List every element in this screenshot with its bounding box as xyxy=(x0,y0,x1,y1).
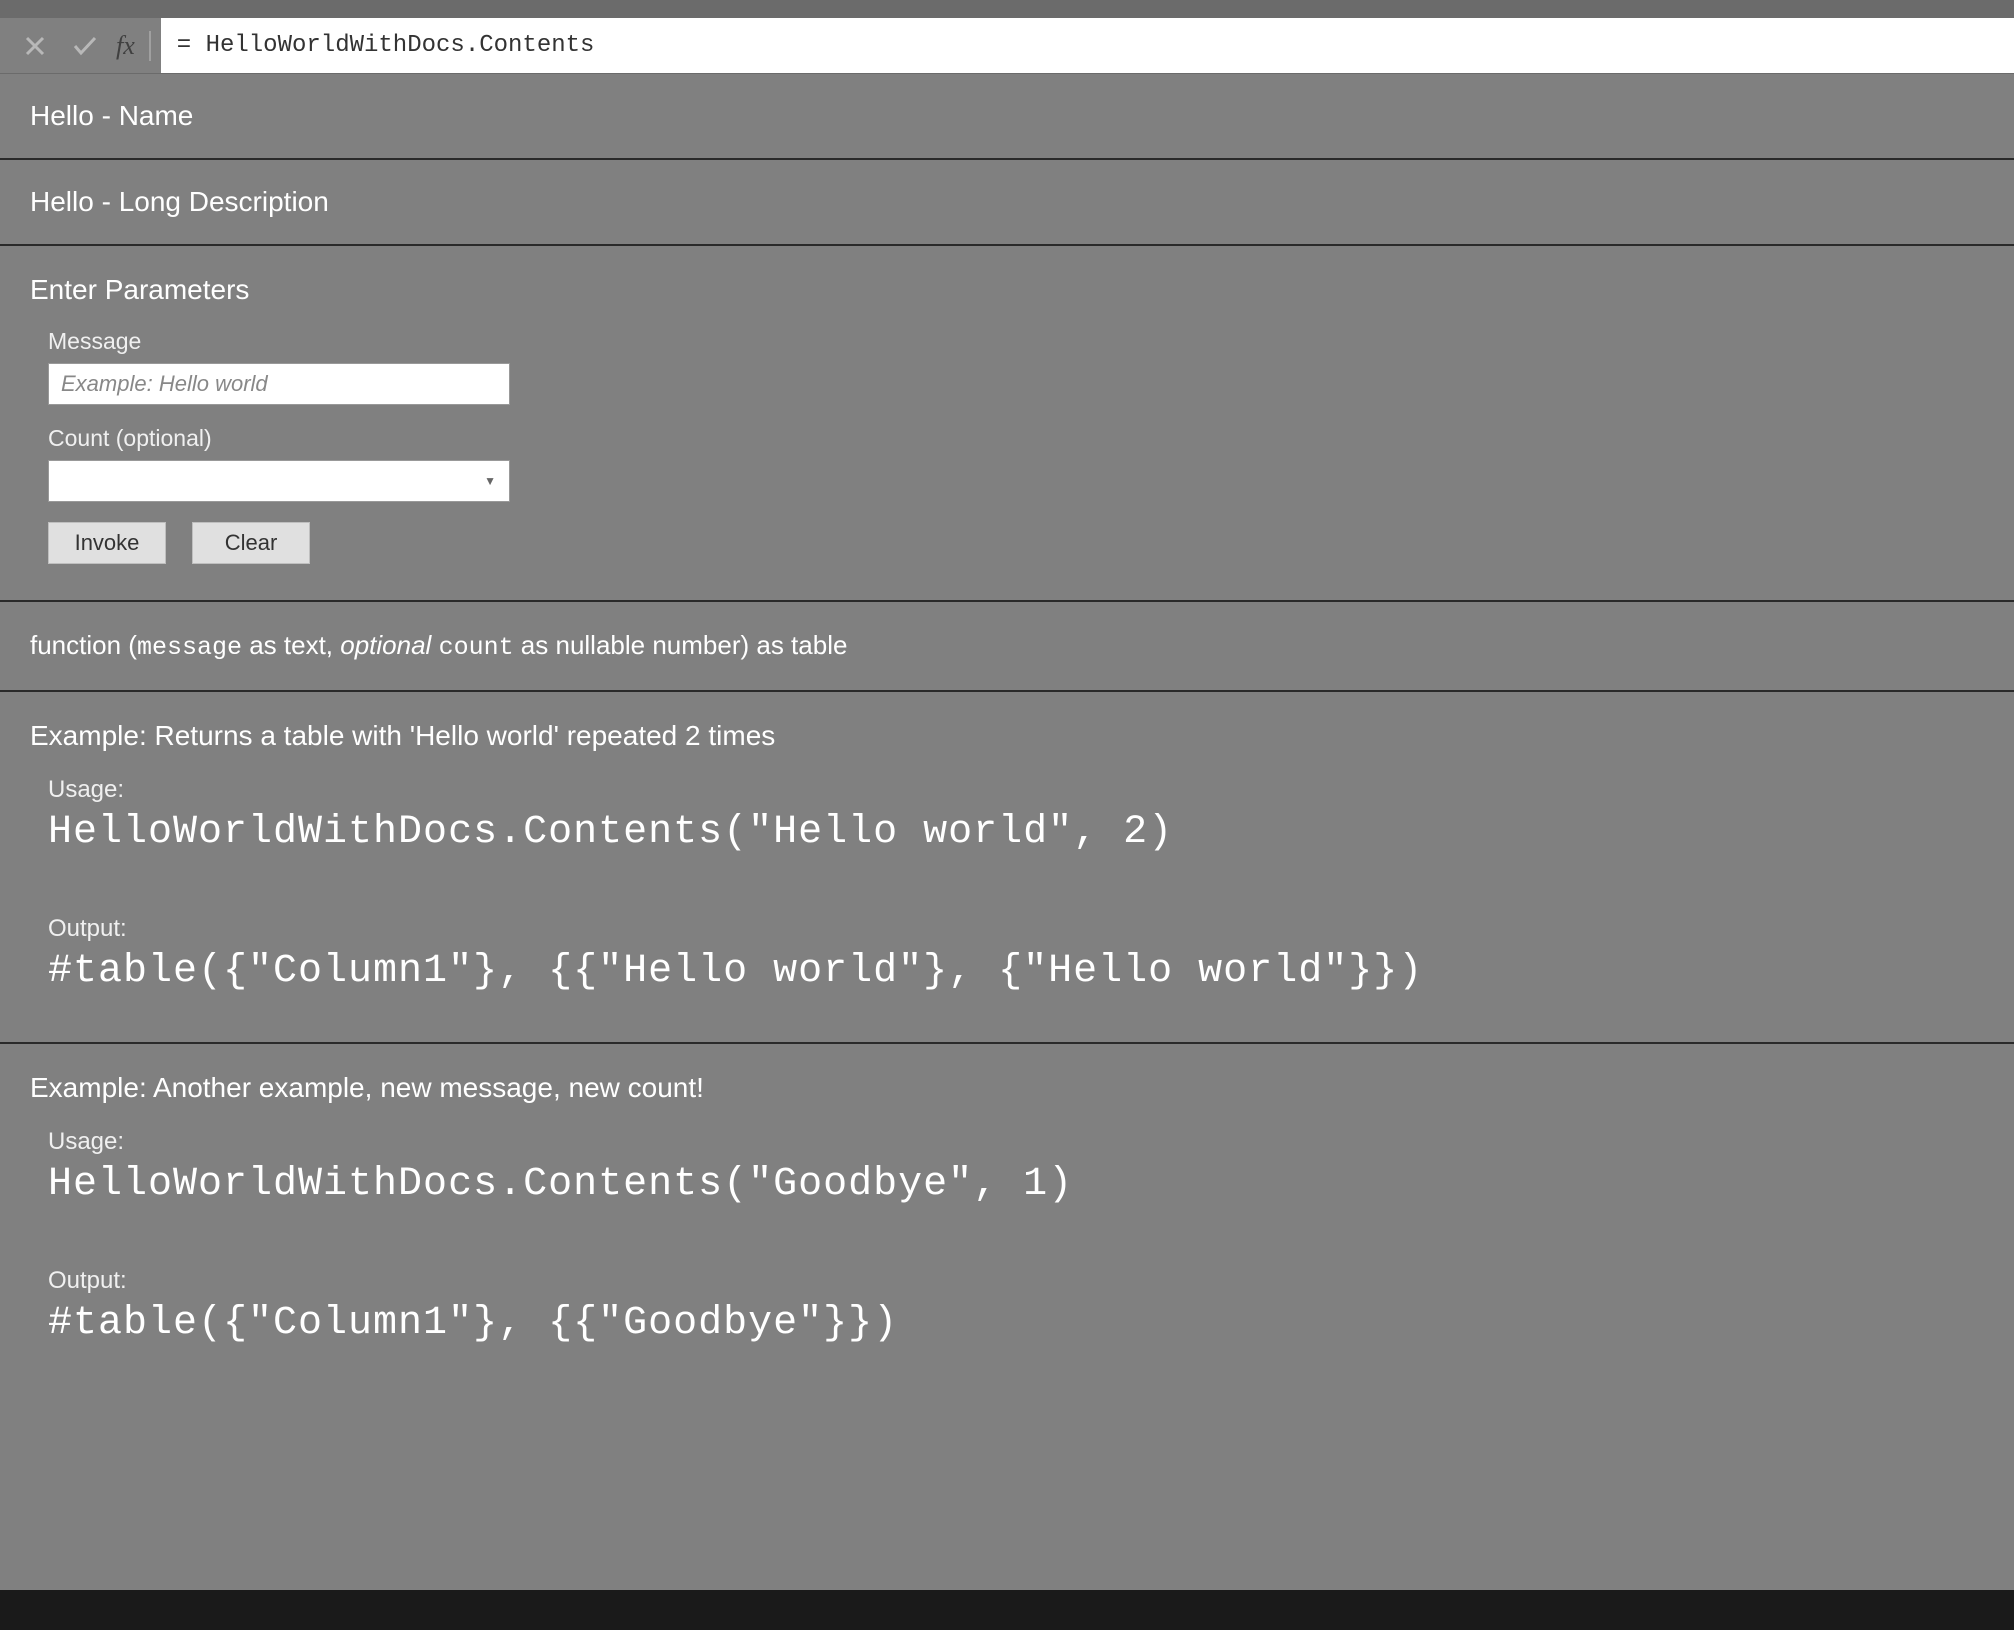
parameters-section: Enter Parameters Message Count (optional… xyxy=(0,246,2014,602)
count-field: Count (optional) ▼ xyxy=(48,425,1984,502)
example-2-output-label: Output: xyxy=(48,1267,1984,1295)
status-bar xyxy=(0,1590,2014,1630)
fx-label: fx xyxy=(110,31,151,61)
example-2-output-code: #table({"Column1"}, {{"Goodbye"}}) xyxy=(48,1301,1984,1346)
formula-input[interactable] xyxy=(161,18,2014,73)
count-select[interactable] xyxy=(48,460,510,502)
clear-button[interactable]: Clear xyxy=(192,522,310,564)
formula-bar-actions: fx xyxy=(0,18,161,73)
example-1-usage-label: Usage: xyxy=(48,776,1984,804)
example-1-output-code: #table({"Column1"}, {{"Hello world"}, {"… xyxy=(48,949,1984,994)
window-top-strip xyxy=(0,0,2014,18)
parameters-title: Enter Parameters xyxy=(30,274,1984,306)
example-2: Example: Another example, new message, n… xyxy=(0,1044,2014,1394)
sig-optional: optional xyxy=(340,630,438,660)
example-1: Example: Returns a table with 'Hello wor… xyxy=(0,692,2014,1044)
function-signature: function (message as text, optional coun… xyxy=(0,602,2014,692)
sig-prefix: function ( xyxy=(30,630,137,660)
count-label: Count (optional) xyxy=(48,425,1984,452)
check-icon xyxy=(72,35,98,57)
example-2-usage-code: HelloWorldWithDocs.Contents("Goodbye", 1… xyxy=(48,1162,1984,1207)
function-name-header: Hello - Name xyxy=(0,74,2014,160)
example-1-title: Example: Returns a table with 'Hello wor… xyxy=(30,720,1984,752)
message-label: Message xyxy=(48,328,1984,355)
formula-bar: fx xyxy=(0,18,2014,74)
cancel-formula-button[interactable] xyxy=(10,26,60,66)
function-description-header: Hello - Long Description xyxy=(0,160,2014,246)
sig-param-count: count xyxy=(439,633,514,662)
sig-param-count-type: as nullable number) as table xyxy=(514,630,848,660)
example-2-usage-label: Usage: xyxy=(48,1128,1984,1156)
message-field: Message xyxy=(48,328,1984,405)
message-input[interactable] xyxy=(48,363,510,405)
sig-param-message-type: as text, xyxy=(242,630,340,660)
accept-formula-button[interactable] xyxy=(60,26,110,66)
example-1-usage-code: HelloWorldWithDocs.Contents("Hello world… xyxy=(48,810,1984,855)
sig-param-message: message xyxy=(137,633,242,662)
x-icon xyxy=(24,35,46,57)
example-2-title: Example: Another example, new message, n… xyxy=(30,1072,1984,1104)
example-1-output-label: Output: xyxy=(48,915,1984,943)
invoke-button[interactable]: Invoke xyxy=(48,522,166,564)
